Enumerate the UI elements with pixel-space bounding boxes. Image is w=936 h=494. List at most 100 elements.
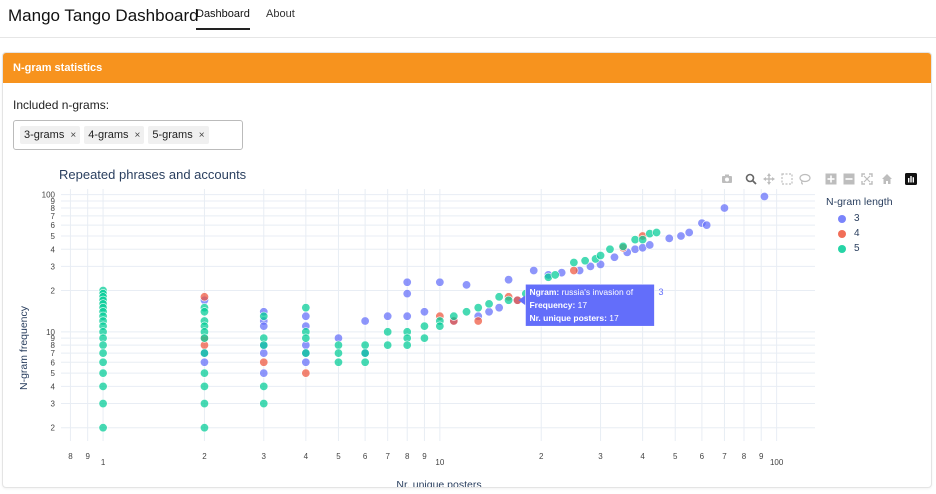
x-tick-label: 8 bbox=[68, 452, 73, 461]
data-point-5[interactable] bbox=[199, 368, 209, 378]
data-point-5[interactable] bbox=[383, 327, 393, 337]
data-point-5[interactable] bbox=[98, 340, 108, 350]
data-point-4[interactable] bbox=[569, 266, 579, 276]
data-point-5[interactable] bbox=[419, 333, 429, 343]
data-point-3[interactable] bbox=[529, 266, 539, 276]
data-point-5[interactable] bbox=[199, 423, 209, 433]
data-point-3[interactable] bbox=[759, 191, 769, 201]
data-point-5[interactable] bbox=[449, 311, 459, 321]
ngram-multiselect[interactable]: 3-grams × 4-grams × 5-grams × bbox=[13, 120, 243, 150]
data-point-5[interactable] bbox=[98, 357, 108, 367]
data-point-3[interactable] bbox=[664, 233, 674, 243]
data-point-5[interactable] bbox=[301, 333, 311, 343]
data-point-3[interactable] bbox=[484, 307, 494, 317]
data-point-5[interactable] bbox=[199, 348, 209, 358]
data-point-5[interactable] bbox=[473, 303, 483, 313]
data-point-5[interactable] bbox=[618, 241, 628, 251]
nav-tab-about[interactable]: About bbox=[266, 8, 295, 28]
data-point-3[interactable] bbox=[402, 277, 412, 287]
data-point-5[interactable] bbox=[569, 258, 579, 268]
data-point-3[interactable] bbox=[419, 307, 429, 317]
data-point-5[interactable] bbox=[199, 381, 209, 391]
data-point-3[interactable] bbox=[504, 275, 514, 285]
data-point-5[interactable] bbox=[259, 340, 269, 350]
x-tick-label: 4 bbox=[640, 452, 645, 461]
data-point-5[interactable] bbox=[638, 235, 648, 245]
data-point-5[interactable] bbox=[596, 251, 606, 261]
data-point-5[interactable] bbox=[98, 368, 108, 378]
remove-chip-icon[interactable]: × bbox=[135, 130, 141, 141]
tooltip-line: Ngram: russia's invasion of bbox=[529, 287, 633, 297]
data-point-5[interactable] bbox=[494, 292, 504, 302]
data-point-3[interactable] bbox=[702, 220, 712, 230]
data-point-5[interactable] bbox=[484, 299, 494, 309]
data-point-5[interactable] bbox=[199, 399, 209, 409]
ngram-statistics-card: N-gram statistics Included n-grams: 3-gr… bbox=[2, 52, 932, 488]
data-point-5[interactable] bbox=[435, 321, 445, 331]
data-point-5[interactable] bbox=[360, 357, 370, 367]
data-point-4[interactable] bbox=[301, 368, 311, 378]
app-title: Mango Tango Dashboard bbox=[8, 6, 199, 25]
data-point-3[interactable] bbox=[609, 252, 619, 262]
remove-chip-icon[interactable]: × bbox=[199, 130, 205, 141]
data-point-5[interactable] bbox=[360, 348, 370, 358]
data-point-3[interactable] bbox=[435, 277, 445, 287]
data-point-5[interactable] bbox=[419, 321, 429, 331]
data-point-3[interactable] bbox=[630, 244, 640, 254]
data-point-3[interactable] bbox=[259, 321, 269, 331]
data-point-3[interactable] bbox=[259, 368, 269, 378]
data-point-3[interactable] bbox=[402, 311, 412, 321]
data-point-5[interactable] bbox=[333, 357, 343, 367]
scatter-plot[interactable]: 8 912 3 4 5 6 7 8 9102 3 4 5 6 7 8 91002345678910234567… bbox=[3, 183, 932, 488]
data-point-3[interactable] bbox=[301, 311, 311, 321]
data-point-3[interactable] bbox=[684, 227, 694, 237]
data-point-5[interactable] bbox=[333, 340, 343, 350]
data-point-5[interactable] bbox=[462, 307, 472, 317]
data-point-5[interactable] bbox=[383, 340, 393, 350]
y-tick-label: 100 bbox=[42, 191, 56, 200]
data-point-5[interactable] bbox=[98, 423, 108, 433]
data-point-5[interactable] bbox=[98, 348, 108, 358]
x-tick-label: 9 bbox=[85, 452, 90, 461]
data-point-3[interactable] bbox=[494, 303, 504, 313]
nav-tab-dashboard[interactable]: Dashboard bbox=[196, 8, 250, 30]
data-point-3[interactable] bbox=[383, 311, 393, 321]
data-point-3[interactable] bbox=[301, 357, 311, 367]
data-point-3[interactable] bbox=[676, 231, 686, 241]
data-point-5[interactable] bbox=[301, 303, 311, 313]
data-point-5[interactable] bbox=[199, 333, 209, 343]
chip-3-grams: 3-grams × bbox=[20, 126, 81, 144]
data-point-3[interactable] bbox=[719, 203, 729, 213]
data-point-5[interactable] bbox=[259, 399, 269, 409]
data-point-5[interactable] bbox=[630, 235, 640, 245]
tooltip-line: Nr. unique posters: 17 bbox=[529, 313, 619, 323]
data-point-5[interactable] bbox=[652, 227, 662, 237]
data-point-4[interactable] bbox=[473, 316, 483, 326]
data-point-3[interactable] bbox=[462, 280, 472, 290]
data-point-5[interactable] bbox=[259, 311, 269, 321]
data-point-5[interactable] bbox=[98, 381, 108, 391]
data-point-5[interactable] bbox=[333, 348, 343, 358]
x-tick-label: 100 bbox=[770, 458, 784, 467]
data-point-5[interactable] bbox=[605, 244, 615, 254]
data-point-4[interactable] bbox=[199, 292, 209, 302]
data-point-5[interactable] bbox=[360, 340, 370, 350]
data-point-5[interactable] bbox=[259, 381, 269, 391]
x-tick-label: 8 bbox=[405, 452, 410, 461]
data-point-3[interactable] bbox=[259, 348, 269, 358]
data-point-5[interactable] bbox=[199, 307, 209, 317]
data-point-3[interactable] bbox=[360, 316, 370, 326]
data-point-3[interactable] bbox=[645, 240, 655, 250]
data-point-3[interactable] bbox=[402, 289, 412, 299]
x-tick-label: 1 bbox=[101, 458, 106, 467]
data-point-5[interactable] bbox=[550, 270, 560, 280]
data-point-5[interactable] bbox=[580, 256, 590, 266]
data-point-5[interactable] bbox=[98, 399, 108, 409]
data-point-5[interactable] bbox=[301, 348, 311, 358]
x-tick-label: 3 bbox=[262, 452, 267, 461]
data-point-5[interactable] bbox=[504, 295, 514, 305]
data-point-5[interactable] bbox=[402, 340, 412, 350]
remove-chip-icon[interactable]: × bbox=[70, 130, 76, 141]
data-point-3[interactable] bbox=[199, 357, 209, 367]
data-point-4[interactable] bbox=[259, 357, 269, 367]
